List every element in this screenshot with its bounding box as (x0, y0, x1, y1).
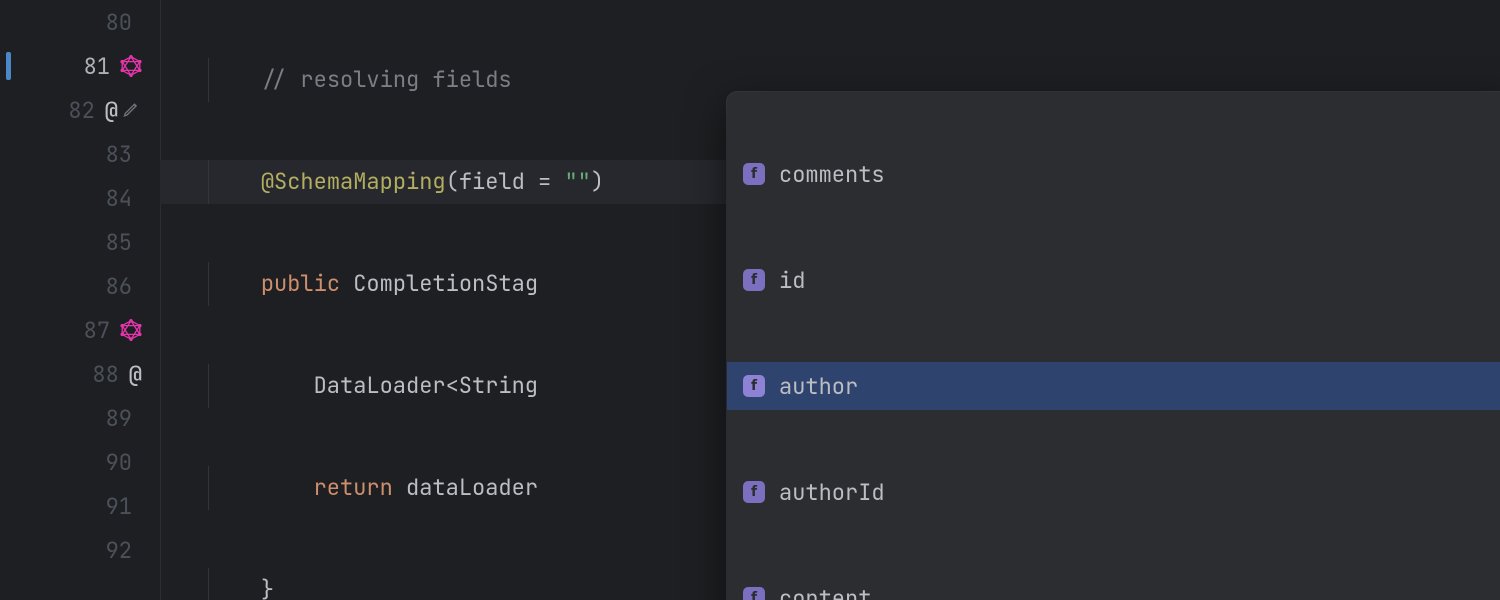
token-ident: dataLoader (406, 473, 538, 502)
gutter-line: 87 (0, 308, 160, 352)
token-keyword: public (261, 269, 340, 298)
gutter-line: 83 (0, 132, 160, 176)
token-paren: ) (591, 167, 604, 196)
field-chip-icon: f (743, 163, 765, 185)
token-paren: ( (446, 167, 459, 196)
line-number: 92 (98, 536, 132, 565)
field-chip-icon: f (743, 269, 765, 291)
graphql-icon[interactable] (120, 319, 142, 341)
token-annotation: @SchemaMapping (261, 167, 446, 196)
gutter-line: 90 (0, 440, 160, 484)
field-chip-icon: f (743, 587, 765, 600)
field-chip-icon: f (743, 481, 765, 503)
token-type: DataLoader<String (314, 371, 538, 400)
gutter-line: 85 (0, 220, 160, 264)
line-number: 90 (98, 448, 132, 477)
gutter-line: 88 @ (0, 352, 160, 396)
line-number: 84 (98, 184, 132, 213)
completion-item-label: content (779, 584, 871, 600)
code-editor[interactable]: 80 81 82 @ 83 84 85 86 87 88 @ 89 90 91 92… (0, 0, 1500, 600)
completion-item-label: id (779, 266, 805, 295)
token-param: field (459, 167, 525, 196)
gutter-line: 84 (0, 176, 160, 220)
gutter-line: 81 (0, 44, 160, 88)
completion-item[interactable]: f authorId (727, 468, 1500, 516)
token-type: CompletionStag (353, 269, 538, 298)
line-number: 88 (85, 360, 119, 389)
code-area[interactable]: // resolving fields @SchemaMapping(field… (160, 0, 1500, 600)
field-chip-icon: f (743, 375, 765, 397)
completion-item-label: comments (779, 160, 885, 189)
gutter-line: 92 (0, 528, 160, 572)
completion-item-label: author (779, 372, 858, 401)
line-number: 89 (98, 404, 132, 433)
annotation-icon[interactable]: @ (105, 96, 118, 125)
gutter-line: 86 (0, 264, 160, 308)
line-number: 83 (98, 140, 132, 169)
completion-item-label: authorId (779, 478, 885, 507)
gutter-line: 91 (0, 484, 160, 528)
gutter-line: 82 @ (0, 88, 160, 132)
token-keyword: return (314, 473, 393, 502)
completion-item[interactable]: f comments (727, 150, 1500, 198)
graphql-icon[interactable] (120, 55, 142, 77)
line-number: 82 (61, 96, 95, 125)
token-op: = (525, 167, 565, 196)
gutter-line: 80 (0, 0, 160, 44)
line-number: 87 (76, 316, 110, 345)
line-number: 81 (76, 52, 110, 81)
token-string: "" (564, 167, 590, 196)
token-comment: // resolving fields (261, 65, 512, 94)
gutter: 80 81 82 @ 83 84 85 86 87 88 @ 89 90 91 92 (0, 0, 160, 600)
completion-popup[interactable]: fcomments fid fauthor fauthorId fcontent… (727, 92, 1500, 600)
token-brace: } (261, 575, 274, 600)
annotation-icon[interactable]: @ (129, 360, 142, 389)
pencil-icon[interactable] (122, 100, 142, 120)
completion-item[interactable]: f content (727, 574, 1500, 600)
line-number: 85 (98, 228, 132, 257)
gutter-line: 89 (0, 396, 160, 440)
completion-item[interactable]: fauthor (727, 362, 1500, 410)
line-number: 80 (98, 8, 132, 37)
completion-item[interactable]: fid (727, 256, 1500, 304)
line-number: 91 (98, 492, 132, 521)
line-number: 86 (98, 272, 132, 301)
